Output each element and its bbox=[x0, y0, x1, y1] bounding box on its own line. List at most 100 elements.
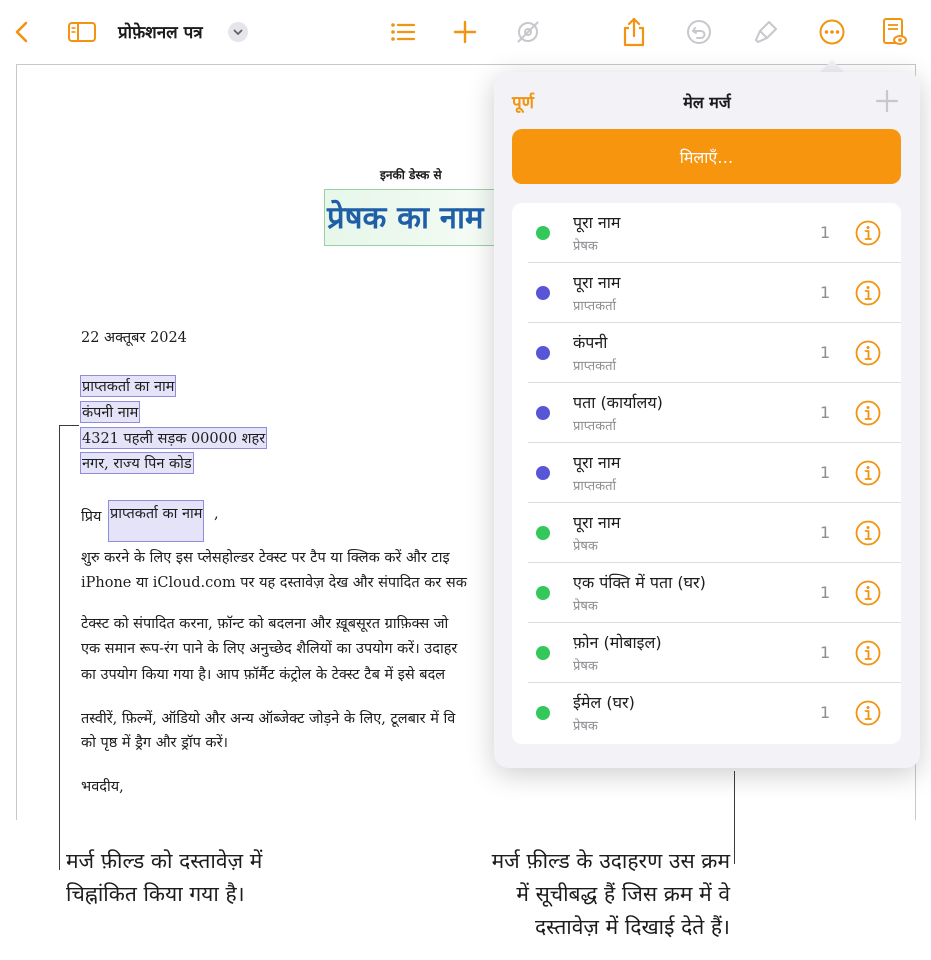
field-title: पूरा नाम bbox=[573, 513, 621, 532]
recipient-name-merge-field[interactable]: प्राप्तकर्ता का नाम bbox=[80, 375, 177, 397]
salutation-comma: , bbox=[214, 506, 219, 522]
field-title: एक पंक्ति में पता (घर) bbox=[573, 573, 706, 592]
field-count: 1 bbox=[820, 283, 831, 302]
info-icon[interactable] bbox=[855, 520, 881, 546]
right-callout-line-2: में सूचीबद्ध हैं जिस क्रम में वे bbox=[516, 882, 730, 906]
field-title: पता (कार्यालय) bbox=[573, 393, 663, 412]
recipient-dot-icon bbox=[536, 346, 550, 360]
merge-field-row[interactable]: पता (कार्यालय) प्राप्तकर्ता 1 bbox=[512, 383, 901, 443]
sidebar-icon[interactable] bbox=[64, 14, 100, 50]
add-icon[interactable] bbox=[447, 14, 483, 50]
popover-arrow bbox=[820, 60, 844, 72]
paragraph-line-1: शुरु करने के लिए इस प्लेसहोल्डर टेक्स्ट … bbox=[81, 550, 450, 566]
left-callout-leader bbox=[59, 425, 79, 426]
company-merge-field[interactable]: कंपनी नाम bbox=[80, 401, 141, 423]
merge-field-row[interactable]: पूरा नाम प्राप्तकर्ता 1 bbox=[512, 263, 901, 323]
field-title: फ़ोन (मोबाइल) bbox=[573, 633, 662, 652]
address-city-merge-field[interactable]: नगर, राज्य पिन कोड bbox=[80, 452, 194, 474]
sender-dot-icon bbox=[536, 646, 550, 660]
field-count: 1 bbox=[820, 583, 831, 602]
paragraph-line-4: एक समान रूप-रंग पाने के लिए अनुच्छेद शैल… bbox=[81, 641, 458, 657]
merge-field-row[interactable]: पूरा नाम प्राप्तकर्ता 1 bbox=[512, 443, 901, 503]
salutation-prefix: प्रिय bbox=[81, 509, 102, 525]
merge-field-row[interactable]: फ़ोन (मोबाइल) प्रेषक 1 bbox=[512, 623, 901, 683]
merge-field-row[interactable]: पूरा नाम प्रेषक 1 bbox=[512, 203, 901, 263]
info-icon[interactable] bbox=[855, 640, 881, 666]
info-icon[interactable] bbox=[855, 700, 881, 726]
reading-view-icon[interactable] bbox=[876, 14, 912, 50]
left-callout-leader-vertical bbox=[59, 425, 60, 870]
field-subtitle: प्रेषक bbox=[573, 239, 598, 254]
sender-dot-icon bbox=[536, 586, 550, 600]
field-count: 1 bbox=[820, 343, 831, 362]
info-icon[interactable] bbox=[855, 580, 881, 606]
field-title: पूरा नाम bbox=[573, 213, 621, 232]
field-title: कंपनी bbox=[573, 333, 608, 352]
merge-field-row[interactable]: कंपनी प्राप्तकर्ता 1 bbox=[512, 323, 901, 383]
field-count: 1 bbox=[820, 463, 831, 482]
sender-dot-icon bbox=[536, 526, 550, 540]
collaborate-icon bbox=[510, 14, 546, 50]
paragraph-line-3: टेक्स्ट को संपादित करना, फ़ॉन्ट को बदलना… bbox=[81, 616, 449, 632]
merge-field-row[interactable]: पूरा नाम प्रेषक 1 bbox=[512, 503, 901, 563]
format-brush-icon bbox=[748, 14, 784, 50]
undo-icon bbox=[681, 14, 717, 50]
info-icon[interactable] bbox=[855, 220, 881, 246]
field-title: पूरा नाम bbox=[573, 273, 621, 292]
field-subtitle: प्राप्तकर्ता bbox=[573, 479, 616, 494]
right-callout-line-3: दस्तावेज़ में दिखाई देते हैं। bbox=[535, 915, 730, 939]
field-subtitle: प्राप्तकर्ता bbox=[573, 299, 616, 314]
field-subtitle: प्रेषक bbox=[573, 599, 598, 614]
field-subtitle: प्रेषक bbox=[573, 659, 598, 674]
left-callout-line-1: मर्ज फ़ील्ड को दस्तावेज़ में bbox=[66, 849, 263, 873]
merge-button[interactable]: मिलाएँ… bbox=[512, 129, 901, 184]
field-count: 1 bbox=[820, 703, 831, 722]
paragraph-line-7: को पृष्ठ में ड्रैग और ड्रॉप करें। bbox=[81, 735, 228, 751]
more-icon[interactable] bbox=[814, 14, 850, 50]
recipient-dot-icon bbox=[536, 406, 550, 420]
field-count: 1 bbox=[820, 523, 831, 542]
document-title[interactable]: प्रोफ़ेशनल पत्र bbox=[118, 20, 203, 43]
field-count: 1 bbox=[820, 643, 831, 662]
sender-dot-icon bbox=[536, 706, 550, 720]
sender-name-merge-field[interactable]: प्रेषक का नाम bbox=[324, 189, 496, 246]
from-desk-label: इनकी डेस्क से bbox=[380, 168, 442, 182]
right-callout-leader bbox=[734, 771, 735, 864]
info-icon[interactable] bbox=[855, 400, 881, 426]
field-subtitle: प्राप्तकर्ता bbox=[573, 359, 616, 374]
sender-dot-icon bbox=[536, 226, 550, 240]
back-chevron-icon[interactable] bbox=[4, 14, 40, 50]
right-callout-line-1: मर्ज फ़ील्ड के उदाहरण उस क्रम bbox=[491, 849, 730, 873]
title-dropdown-icon[interactable] bbox=[228, 22, 248, 42]
info-icon[interactable] bbox=[855, 340, 881, 366]
address-street-merge-field[interactable]: 4321 पहली सड़क 00000 शहर bbox=[80, 427, 268, 449]
letter-closing: भवदीय, bbox=[81, 779, 124, 795]
letter-date: 22 अक्तूबर 2024 bbox=[81, 330, 187, 346]
merge-field-row[interactable]: ईमेल (घर) प्रेषक 1 bbox=[512, 683, 901, 743]
left-callout-line-2: चिह्नांकित किया गया है। bbox=[66, 882, 245, 906]
list-icon[interactable] bbox=[385, 14, 421, 50]
add-field-icon bbox=[875, 89, 899, 113]
field-subtitle: प्रेषक bbox=[573, 719, 598, 734]
paragraph-line-2: iPhone या iCloud.com पर यह दस्तावेज़ देख… bbox=[81, 575, 467, 591]
paragraph-line-5: का उपयोग किया गया है। आप फ़ॉर्मैट कंट्रो… bbox=[81, 667, 446, 683]
left-callout-text: मर्ज फ़ील्ड को दस्तावेज़ में चिह्नांकित … bbox=[66, 845, 262, 911]
field-title: ईमेल (घर) bbox=[573, 693, 635, 712]
mail-merge-popover: पूर्ण मेल मर्ज मिलाएँ… पूरा नाम प्रेषक 1… bbox=[494, 72, 920, 768]
info-icon[interactable] bbox=[855, 460, 881, 486]
recipient-dot-icon bbox=[536, 286, 550, 300]
toolbar: प्रोफ़ेशनल पत्र bbox=[0, 0, 931, 64]
merge-field-row[interactable]: एक पंक्ति में पता (घर) प्रेषक 1 bbox=[512, 563, 901, 623]
info-icon[interactable] bbox=[855, 280, 881, 306]
popover-title: मेल मर्ज bbox=[683, 93, 731, 112]
recipient-dot-icon bbox=[536, 466, 550, 480]
sender-name-text: प्रेषक का नाम bbox=[327, 200, 484, 236]
right-callout-text: मर्ज फ़ील्ड के उदाहरण उस क्रम में सूचीबद… bbox=[420, 845, 730, 944]
share-icon[interactable] bbox=[616, 14, 652, 50]
salutation-recipient-merge-field[interactable]: प्राप्तकर्ता का नाम bbox=[108, 500, 205, 542]
field-count: 1 bbox=[820, 403, 831, 422]
field-title: पूरा नाम bbox=[573, 453, 621, 472]
merge-field-list: पूरा नाम प्रेषक 1 पूरा नाम प्राप्तकर्ता … bbox=[512, 203, 901, 744]
field-subtitle: प्रेषक bbox=[573, 539, 598, 554]
paragraph-line-6: तस्वीरें, फ़िल्में, ऑडियो और अन्य ऑब्जेक… bbox=[81, 711, 456, 727]
